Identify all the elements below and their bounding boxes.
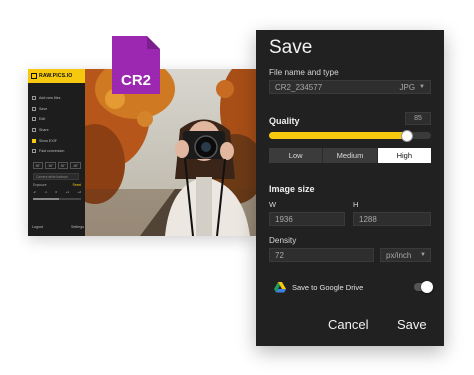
quality-label: Quality: [269, 116, 300, 126]
menu-item-show-exif[interactable]: Show EXIF: [32, 135, 82, 146]
height-input[interactable]: 1288: [353, 212, 431, 226]
menu-item-save[interactable]: Save: [32, 104, 82, 115]
stage: RAW.PICS.IO Add new files Save Edit Shar…: [0, 0, 474, 375]
quality-slider-handle[interactable]: [400, 129, 413, 142]
add-files-icon: [32, 96, 36, 101]
quality-slider-fill: [269, 132, 407, 139]
menu-item-label: Show EXIF: [39, 138, 57, 143]
exposure-stop[interactable]: 0: [55, 190, 57, 196]
save-dialog: Save File name and type CR2_234577 JPG ▼…: [256, 30, 444, 346]
menu-item-add-files[interactable]: Add new files: [32, 93, 82, 104]
photo-preview: [85, 69, 256, 236]
quality-value-input[interactable]: 85: [405, 112, 431, 125]
exposure-stop[interactable]: -1: [44, 190, 47, 196]
app-logo: RAW.PICS.IO: [28, 69, 85, 83]
save-button[interactable]: Save: [397, 317, 427, 332]
checkbox-icon: [32, 149, 36, 154]
menu-item-label: Save: [39, 106, 48, 111]
menu-item-fast-conversion[interactable]: Fast conversion: [32, 146, 82, 157]
file-name-input[interactable]: CR2_234577 JPG ▼: [269, 80, 431, 94]
menu-item-label: Fast conversion: [39, 149, 65, 154]
quality-low-button[interactable]: Low: [269, 148, 324, 163]
exposure-header: Exposure Reset: [33, 183, 81, 187]
exposure-stop[interactable]: +2: [78, 190, 81, 196]
image-size-label: Image size: [269, 184, 315, 194]
google-drive-row: Save to Google Drive: [274, 280, 433, 294]
file-name-type-label: File name and type: [269, 68, 339, 77]
dialog-title: Save: [269, 37, 313, 58]
flip-ccw-button[interactable]: -90°: [70, 162, 81, 169]
menu-item-label: Add new files: [39, 96, 61, 101]
edit-icon: [32, 117, 36, 122]
app-sidebar: RAW.PICS.IO Add new files Save Edit Shar…: [28, 69, 85, 236]
exposure-stops: -2 -1 0 +1 +2: [33, 190, 81, 196]
badge-label: CR2: [120, 72, 151, 89]
menu-item-edit[interactable]: Edit: [32, 114, 82, 125]
toggle-knob: [421, 281, 433, 293]
photo-woman-with-camera: [85, 69, 256, 236]
exposure-stop[interactable]: +1: [66, 190, 69, 196]
menu-item-label: Share: [39, 128, 49, 133]
save-icon: [32, 106, 36, 111]
logo-mark-icon: [31, 73, 37, 79]
badge-folded-corner: [147, 36, 160, 49]
height-label: H: [353, 200, 359, 209]
menu-item-label: Edit: [39, 117, 46, 122]
app-menu: Add new files Save Edit Share Show EXIF …: [32, 93, 82, 157]
white-balance-select[interactable]: Camera white balance: [33, 173, 79, 180]
chevron-down-icon: ▼: [419, 84, 425, 90]
google-drive-toggle[interactable]: [414, 281, 433, 293]
logo-text: RAW.PICS.IO: [39, 73, 73, 79]
app-window: RAW.PICS.IO Add new files Save Edit Shar…: [28, 69, 256, 236]
google-drive-label: Save to Google Drive: [292, 282, 364, 292]
quality-slider[interactable]: [269, 129, 431, 142]
share-icon: [32, 128, 36, 133]
settings-link[interactable]: Settings: [71, 225, 84, 229]
sidebar-footer: Logout Settings: [32, 225, 84, 229]
quality-medium-button[interactable]: Medium: [323, 148, 378, 163]
quality-high-button[interactable]: High: [377, 148, 431, 163]
density-label: Density: [269, 236, 297, 245]
google-drive-icon: [274, 281, 286, 292]
density-input[interactable]: 72: [269, 248, 374, 262]
flip-cw-button[interactable]: 90°: [58, 162, 68, 169]
rotate-cw-button[interactable]: 90°: [33, 162, 43, 169]
width-input[interactable]: 1936: [269, 212, 345, 226]
density-unit-select[interactable]: px/inch ▼: [380, 248, 431, 262]
quality-preset-group: Low Medium High: [269, 148, 431, 163]
exposure-stop[interactable]: -2: [33, 190, 36, 196]
density-unit-value: px/inch: [386, 250, 412, 260]
file-name-value: CR2_234577: [275, 82, 323, 92]
exposure-label: Exposure: [33, 183, 47, 187]
chevron-down-icon: ▼: [420, 252, 426, 258]
cancel-button[interactable]: Cancel: [328, 317, 368, 332]
checkbox-checked-icon: [32, 138, 36, 143]
file-type-badge: CR2: [112, 36, 160, 94]
file-type-value: JPG: [399, 82, 416, 92]
exposure-reset-link[interactable]: Reset: [73, 183, 81, 187]
exposure-slider[interactable]: [33, 198, 81, 200]
menu-item-share[interactable]: Share: [32, 125, 82, 136]
width-label: W: [269, 200, 277, 209]
logout-link[interactable]: Logout: [32, 225, 43, 229]
exposure-slider-fill: [33, 198, 59, 200]
file-type-select[interactable]: JPG ▼: [399, 83, 430, 92]
rotate-ccw-button[interactable]: -90°: [45, 162, 56, 169]
